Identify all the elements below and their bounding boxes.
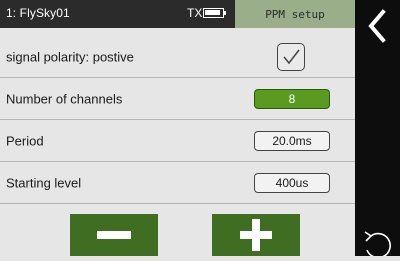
tx-label: TX [187,6,203,20]
row-period[interactable]: Period 20.0ms [0,120,355,162]
row-starting-level[interactable]: Starting level 400us [0,162,355,204]
model-name: 1: FlySky01 [6,6,70,20]
starting-level-value[interactable]: 400us [254,173,330,193]
number-of-channels-value[interactable]: 8 [254,89,330,109]
undo-button[interactable] [357,224,397,259]
checkmark-icon [283,49,300,65]
back-button[interactable] [359,6,397,46]
chevron-left-icon [368,9,386,43]
row-number-of-channels[interactable]: Number of channels 8 [0,78,355,120]
signal-polarity-label: signal polarity: postive [6,49,134,64]
decrement-button[interactable] [70,214,158,256]
status-bar: 1: FlySky01 TX PPM setup [0,0,355,28]
period-value[interactable]: 20.0ms [254,131,330,151]
number-of-channels-label: Number of channels [6,91,123,106]
plus-icon-vertical [252,219,260,251]
minus-icon [97,231,131,239]
increment-button[interactable] [212,214,300,256]
signal-polarity-checkbox[interactable] [277,43,305,71]
period-label: Period [6,133,44,148]
undo-icon [364,231,391,259]
battery-tip [224,11,226,15]
row-signal-polarity: signal polarity: postive [0,36,355,78]
starting-level-label: Starting level [6,175,82,190]
page-title: PPM setup [235,0,355,28]
battery-icon [203,8,224,18]
sidebar [355,0,400,259]
battery-level [205,10,220,15]
